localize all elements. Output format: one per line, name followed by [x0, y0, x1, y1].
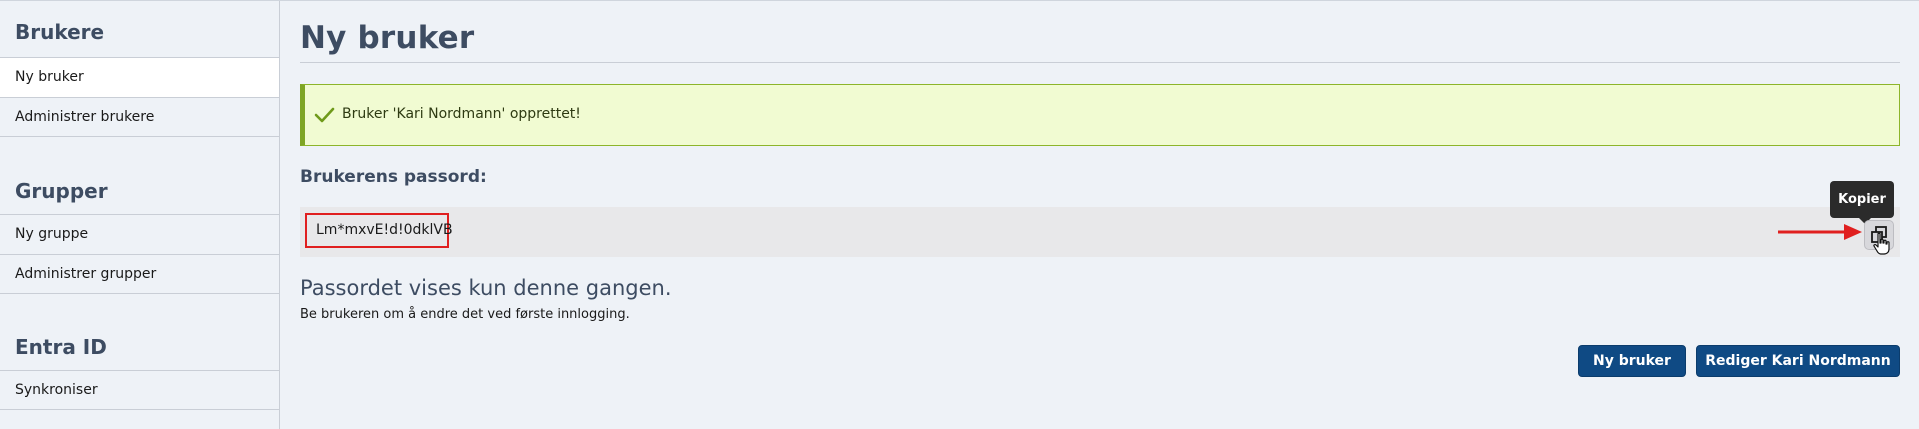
sidebar-heading-grupper: Grupper: [15, 179, 108, 203]
notice-subtext: Be brukeren om å endre det ved første in…: [300, 307, 630, 322]
password-value[interactable]: Lm*mxvE!d!0dklVB: [305, 213, 453, 248]
sidebar-item-ny-bruker[interactable]: Ny bruker: [0, 57, 279, 97]
arrow-icon: [1778, 222, 1864, 246]
main-content: Ny bruker Bruker 'Kari Nordmann' opprett…: [300, 0, 1900, 429]
title-divider: [300, 62, 1900, 63]
sidebar-heading-entra-id: Entra ID: [15, 335, 107, 359]
edit-user-button[interactable]: Rediger Kari Nordmann: [1696, 345, 1900, 377]
sidebar-item-synkroniser[interactable]: Synkroniser: [0, 370, 279, 410]
sidebar-item-ny-gruppe[interactable]: Ny gruppe: [0, 214, 279, 254]
sidebar-item-administrer-grupper[interactable]: Administrer grupper: [0, 254, 279, 294]
check-icon: [313, 104, 335, 126]
alert-message: Bruker 'Kari Nordmann' opprettet!: [342, 106, 581, 122]
new-user-button[interactable]: Ny bruker: [1578, 345, 1686, 377]
notice-title: Passordet vises kun denne gangen.: [300, 276, 672, 300]
hand-cursor-icon: [1872, 232, 1892, 260]
sidebar: Brukere Ny bruker Administrer brukere Gr…: [0, 1, 280, 429]
copy-tooltip: Kopier: [1830, 181, 1894, 224]
success-alert: Bruker 'Kari Nordmann' opprettet!: [300, 84, 1900, 146]
password-label: Brukerens passord:: [300, 167, 487, 187]
page-title: Ny bruker: [300, 20, 475, 56]
password-row: Lm*mxvE!d!0dklVB: [300, 207, 1900, 257]
sidebar-item-administrer-brukere[interactable]: Administrer brukere: [0, 97, 279, 137]
sidebar-heading-brukere: Brukere: [15, 20, 105, 44]
